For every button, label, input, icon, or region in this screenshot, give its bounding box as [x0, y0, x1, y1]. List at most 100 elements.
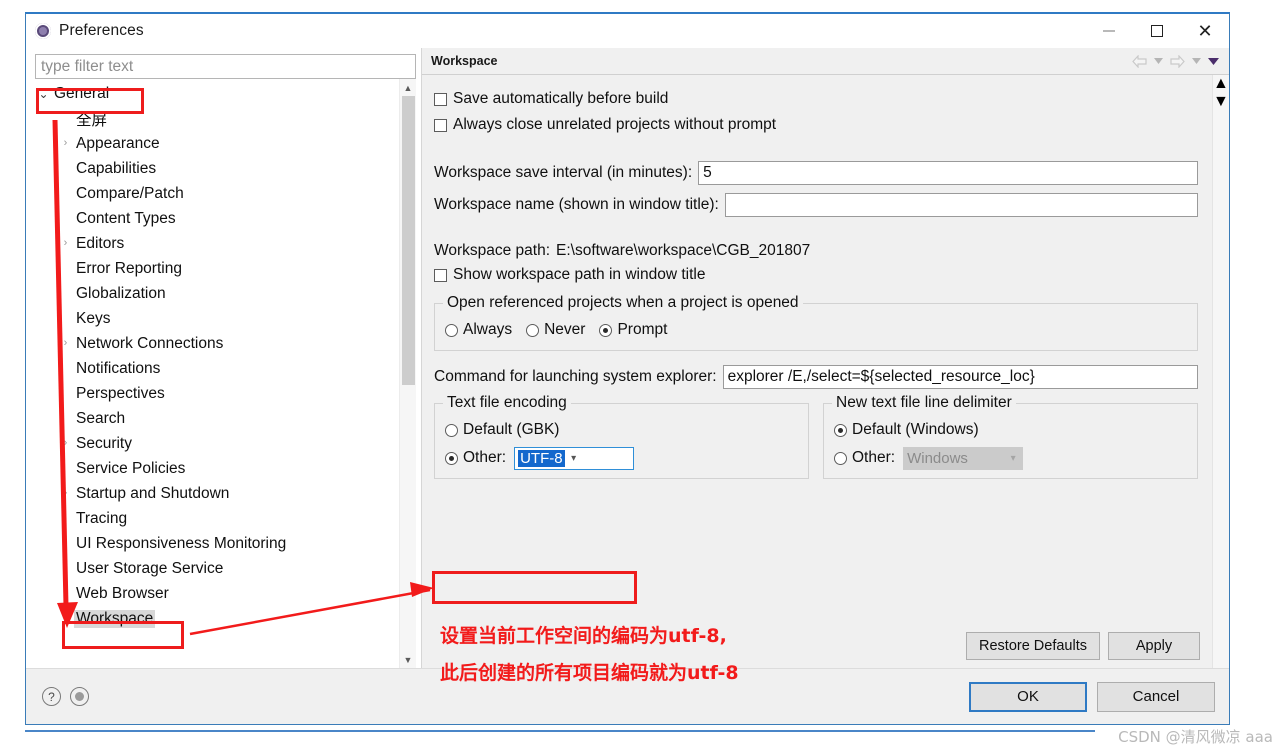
filter-input[interactable]: type filter text — [35, 54, 416, 79]
chevron-up-icon[interactable]: ▲ — [400, 79, 416, 96]
sidebar-item-editors[interactable]: › Editors — [35, 231, 399, 256]
panel-scrollbar[interactable]: ▲ ▼ — [1212, 75, 1229, 668]
text-file-encoding-group: Text file encoding Default (GBK) Other: — [434, 394, 809, 479]
show-workspace-path-checkbox[interactable] — [434, 268, 447, 282]
view-menu-icon[interactable] — [1206, 52, 1221, 71]
workspace-name-input[interactable] — [724, 193, 1198, 217]
chevron-right-icon[interactable]: › — [57, 438, 74, 449]
maximize-button[interactable] — [1133, 14, 1181, 48]
panel-header: Workspace — [422, 48, 1229, 75]
encoding-and-delimiter-groups: Text file encoding Default (GBK) Other: — [434, 394, 1198, 479]
ok-button[interactable]: OK — [969, 681, 1087, 712]
sidebar-item-web-browser[interactable]: Web Browser — [35, 581, 399, 606]
chevron-right-icon[interactable]: › — [57, 338, 74, 349]
forward-arrow-icon[interactable] — [1168, 52, 1187, 71]
encoding-combo[interactable]: UTF-8 ▾ — [514, 446, 635, 470]
encoding-other-row[interactable]: Other: UTF-8 ▾ — [445, 446, 798, 470]
sidebar-item-notifications[interactable]: Notifications — [35, 356, 399, 381]
radio-always[interactable] — [445, 323, 458, 337]
save-automatically-checkbox-row[interactable]: Save automatically before build — [434, 87, 1198, 111]
sidebar-item-compare-patch[interactable]: Compare/Patch — [35, 181, 399, 206]
sidebar-item-globalization[interactable]: Globalization — [35, 281, 399, 306]
forward-menu-chevron-down-icon[interactable] — [1189, 52, 1204, 71]
sidebar-item-startup-and-shutdown[interactable]: › Startup and Shutdown — [35, 481, 399, 506]
encoding-default-row[interactable]: Default (GBK) — [445, 418, 798, 442]
delimiter-other-row[interactable]: Other: Windows ▾ — [834, 446, 1187, 470]
sidebar-item-label: Workspace — [74, 609, 156, 628]
back-arrow-icon[interactable] — [1130, 52, 1149, 71]
cancel-button[interactable]: Cancel — [1097, 681, 1215, 712]
sidebar-scroll-track[interactable] — [400, 96, 416, 651]
watermark-text: CSDN @清风微凉 aaa — [1118, 728, 1273, 746]
sidebar-item-tracing[interactable]: Tracing — [35, 506, 399, 531]
explorer-command-input[interactable]: explorer /E,/select=${selected_resource_… — [722, 365, 1198, 389]
close-button[interactable]: ✕ — [1181, 14, 1229, 48]
radio-encoding-default[interactable] — [445, 423, 458, 437]
sidebar-item-network-connections[interactable]: › Network Connections — [35, 331, 399, 356]
radio-never-label: Never — [544, 321, 586, 338]
sidebar-item-keys[interactable]: Keys — [35, 306, 399, 331]
workspace-path-label: Workspace path: — [434, 242, 551, 259]
restore-defaults-button[interactable]: Restore Defaults — [966, 632, 1100, 660]
sidebar-item-[interactable]: 全屏 — [35, 106, 399, 131]
back-menu-chevron-down-icon[interactable] — [1151, 52, 1166, 71]
sidebar-item-service-policies[interactable]: Service Policies — [35, 456, 399, 481]
radio-delimiter-other[interactable] — [834, 451, 847, 465]
sidebar-item-error-reporting[interactable]: Error Reporting — [35, 256, 399, 281]
sidebar-item-search[interactable]: Search — [35, 406, 399, 431]
sidebar-item-content-types[interactable]: Content Types — [35, 206, 399, 231]
sidebar-item-perspectives[interactable]: Perspectives — [35, 381, 399, 406]
radio-encoding-other[interactable] — [445, 451, 458, 465]
show-workspace-path-label: Show workspace path in window title — [453, 266, 706, 283]
sidebar-item-label: Notifications — [76, 359, 161, 377]
sidebar-item-capabilities[interactable]: Capabilities — [35, 156, 399, 181]
sidebar-item-security[interactable]: › Security — [35, 431, 399, 456]
chevron-right-icon[interactable]: › — [57, 138, 74, 149]
sidebar-item-ui-responsiveness-monitoring[interactable]: UI Responsiveness Monitoring — [35, 531, 399, 556]
sidebar-item-label: Network Connections — [76, 334, 224, 352]
save-interval-label: Workspace save interval (in minutes): — [434, 164, 693, 181]
chevron-right-icon[interactable]: › — [57, 238, 74, 249]
radio-prompt[interactable] — [599, 323, 613, 337]
delimiter-combo-value: Windows — [907, 449, 968, 467]
chevron-down-icon[interactable]: ▼ — [400, 651, 416, 668]
chevron-right-icon[interactable]: › — [57, 488, 74, 499]
save-interval-input[interactable]: 5 — [698, 161, 1198, 185]
sidebar-item-general[interactable]: ⌄ General — [35, 81, 399, 106]
sidebar-scroll-thumb[interactable] — [402, 96, 415, 385]
panel-chevron-up-icon[interactable]: ▲ — [1213, 75, 1229, 93]
show-workspace-path-checkbox-row[interactable]: Show workspace path in window title — [434, 263, 1198, 287]
sidebar-item-label: Capabilities — [76, 159, 157, 177]
preferences-dialog: Preferences ✕ type filter text ⌄ General … — [25, 12, 1230, 725]
radio-delimiter-other-label: Other: — [852, 449, 896, 466]
panel-chevron-down-icon[interactable]: ▼ — [1213, 93, 1229, 111]
radio-never[interactable] — [526, 323, 540, 337]
sidebar-item-workspace[interactable]: › Workspace — [35, 606, 399, 631]
always-close-unrelated-checkbox-row[interactable]: Always close unrelated projects without … — [434, 113, 1198, 137]
sidebar-item-appearance[interactable]: › Appearance — [35, 131, 399, 156]
help-icon[interactable]: ? — [42, 687, 61, 706]
preferences-icon — [34, 22, 52, 40]
sidebar-item-user-storage-service[interactable]: User Storage Service — [35, 556, 399, 581]
chevron-down-icon[interactable]: ⌄ — [35, 88, 52, 100]
sidebar-item-label: UI Responsiveness Monitoring — [76, 534, 287, 552]
sidebar-scrollbar[interactable]: ▲ ▼ — [399, 79, 416, 668]
workspace-name-row: Workspace name (shown in window title): — [434, 193, 1198, 217]
minimize-button[interactable] — [1085, 14, 1133, 48]
radio-delimiter-default[interactable] — [834, 423, 847, 437]
defaults-apply-row: Restore Defaults Apply — [966, 632, 1200, 660]
always-close-unrelated-checkbox[interactable] — [434, 118, 447, 132]
encoding-combo-chevron-down-icon[interactable]: ▾ — [565, 453, 583, 464]
apply-button[interactable]: Apply — [1108, 632, 1200, 660]
chevron-right-icon[interactable]: › — [57, 613, 74, 624]
save-automatically-checkbox[interactable] — [434, 92, 447, 106]
delimiter-default-row[interactable]: Default (Windows) — [834, 418, 1187, 442]
sidebar-item-label: Globalization — [76, 284, 166, 302]
circle-dot-icon[interactable] — [70, 687, 89, 706]
